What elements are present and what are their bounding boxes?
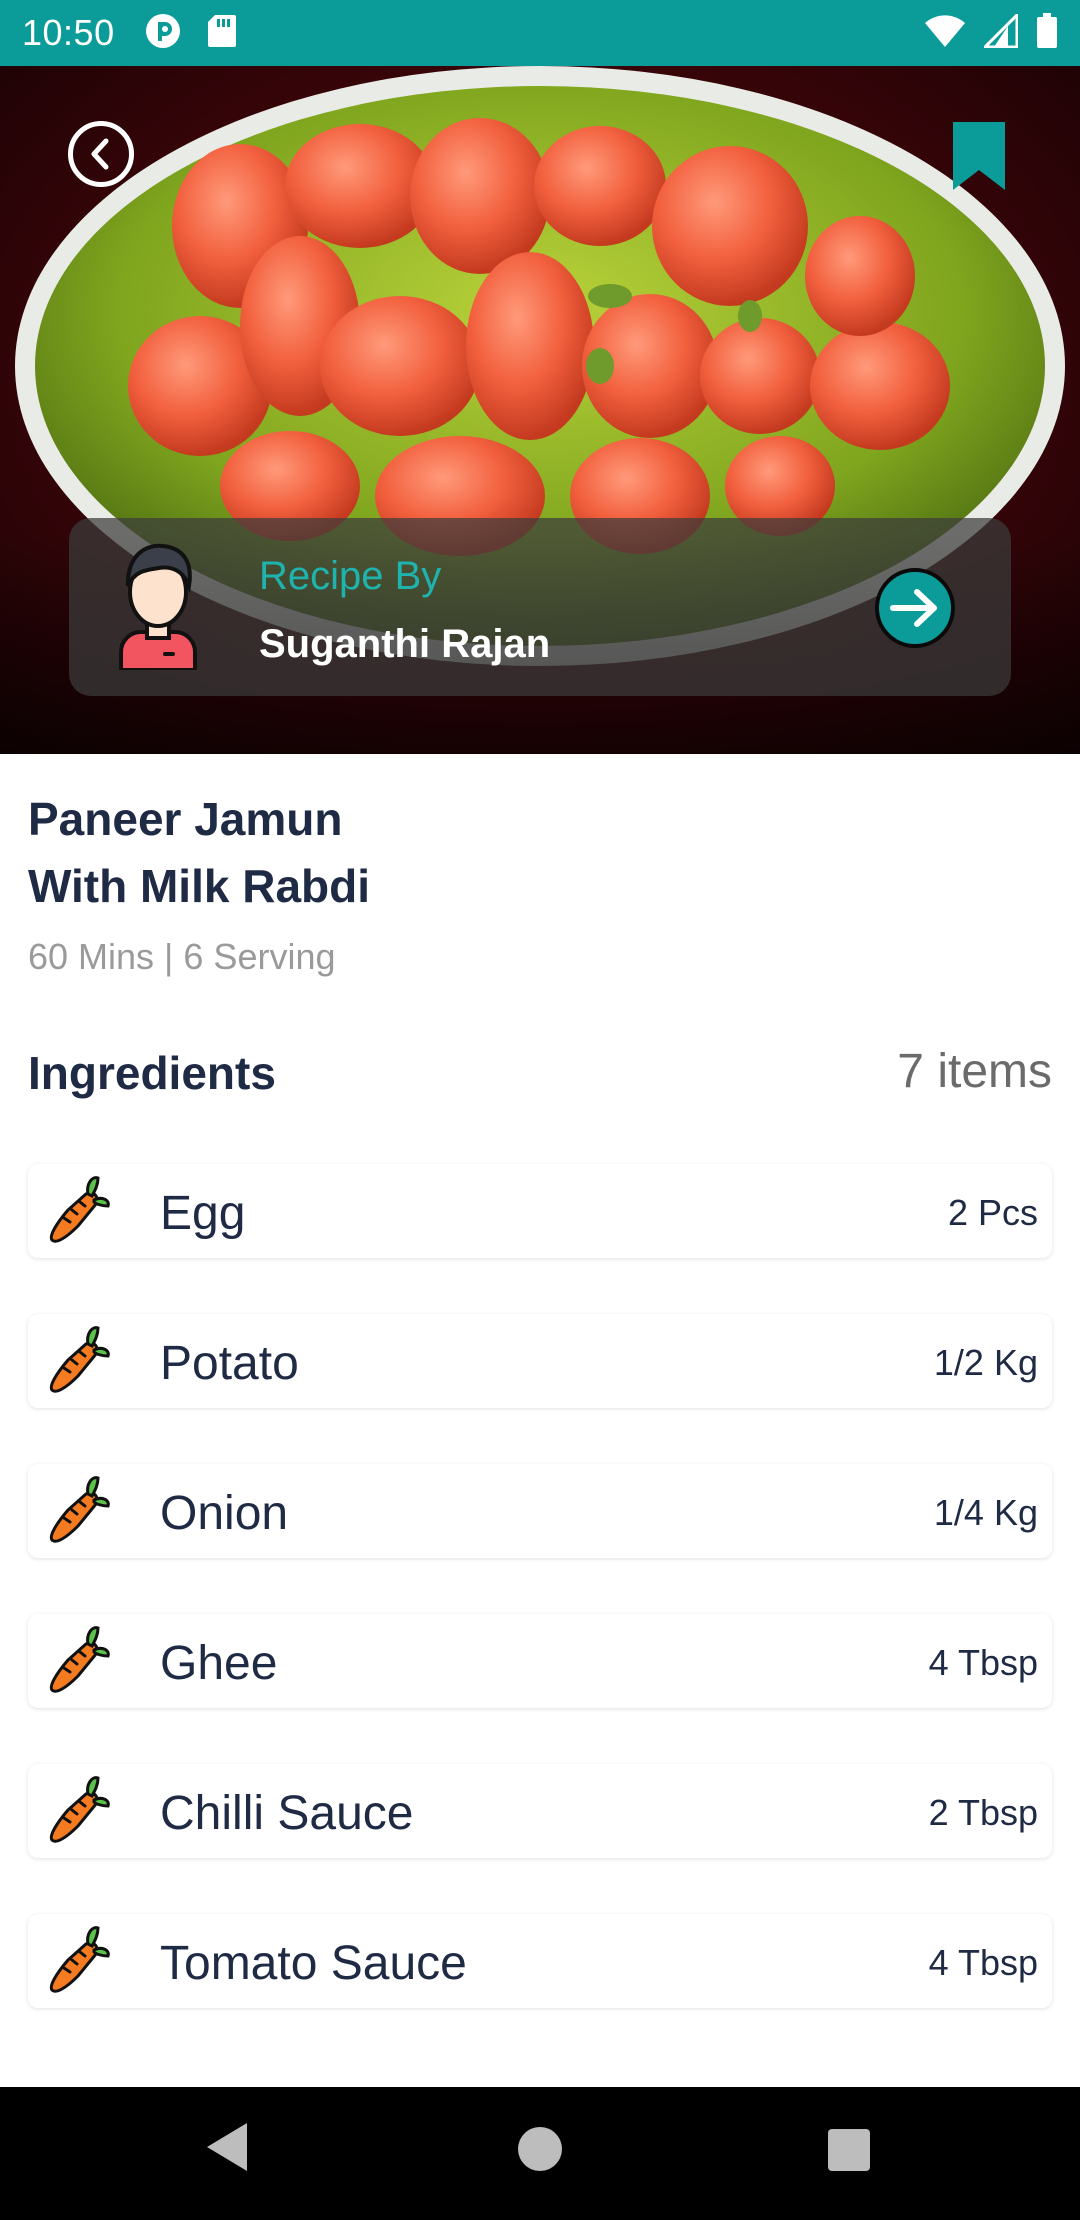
ingredient-row[interactable]: Onion 1/4 Kg: [28, 1464, 1052, 1558]
bookmark-button[interactable]: [951, 120, 1007, 192]
cell-signal-icon: [981, 10, 1019, 53]
chevron-left-icon: [91, 138, 109, 170]
status-bar: 10:50: [0, 0, 1080, 66]
battery-icon: [1036, 12, 1058, 54]
status-time: 10:50: [22, 12, 115, 53]
carrot-icon: [49, 1176, 110, 1243]
ingredient-row[interactable]: Egg 2 Pcs: [28, 1164, 1052, 1258]
status-left-icons: [145, 13, 237, 54]
author-profile-button[interactable]: [875, 568, 955, 648]
author-avatar: [119, 543, 197, 670]
back-button[interactable]: [68, 121, 134, 187]
recipe-meta: 60 Mins | 6 Serving: [28, 936, 336, 977]
home-circle-icon[interactable]: [518, 2127, 562, 2171]
back-triangle-icon[interactable]: [205, 2121, 249, 2173]
ingredient-quantity: 2 Tbsp: [928, 1792, 1038, 1833]
ingredient-name: Potato: [160, 1337, 299, 1390]
ingredient-name: Ghee: [160, 1637, 278, 1690]
recipe-title: Paneer Jamun With Milk Rabdi: [28, 786, 728, 920]
recipe-by-label: Recipe By: [259, 554, 442, 598]
carrot-icon: [49, 1626, 110, 1693]
carrot-icon: [49, 1476, 110, 1543]
ingredient-quantity: 1/2 Kg: [933, 1342, 1038, 1383]
recipe-title-line-1: Paneer Jamun: [28, 793, 343, 845]
ingredient-row[interactable]: Tomato Sauce 4 Tbsp: [28, 1914, 1052, 2008]
pocket-casts-icon: [145, 13, 181, 54]
wifi-icon: [924, 14, 966, 53]
status-right-icons: [924, 10, 1058, 54]
carrot-icon: [49, 1776, 110, 1843]
ingredient-row[interactable]: Potato 1/2 Kg: [28, 1314, 1052, 1408]
recents-square-icon[interactable]: [828, 2129, 870, 2171]
carrot-icon: [49, 1326, 110, 1393]
recipe-hero-image: Recipe By Suganthi Rajan: [0, 66, 1080, 754]
author-name: Suganthi Rajan: [259, 622, 551, 666]
ingredient-quantity: 2 Pcs: [947, 1192, 1038, 1233]
ingredient-row[interactable]: Ghee 4 Tbsp: [28, 1614, 1052, 1708]
ingredient-row[interactable]: Chilli Sauce 2 Tbsp: [28, 1764, 1052, 1858]
ingredient-name: Onion: [160, 1487, 289, 1540]
sd-card-icon: [207, 14, 237, 53]
arrow-right-icon: [890, 589, 937, 627]
ingredient-list: Egg 2 Pcs Potato 1/2 Kg Onion 1/4 Kg Ghe…: [28, 1164, 1052, 2064]
carrot-icon: [49, 1926, 110, 1993]
bookmark-icon: [953, 122, 1005, 190]
ingredient-quantity: 4 Tbsp: [928, 1942, 1038, 1983]
ingredients-heading: Ingredients: [28, 1047, 276, 1099]
system-nav-bar: [0, 2087, 1080, 2220]
recipe-title-line-2: With Milk Rabdi: [28, 860, 371, 912]
ingredient-quantity: 4 Tbsp: [928, 1642, 1038, 1683]
ingredient-quantity: 1/4 Kg: [933, 1492, 1038, 1533]
ingredient-name: Tomato Sauce: [160, 1937, 467, 1990]
ingredient-name: Egg: [160, 1187, 246, 1240]
ingredients-count: 7 items: [897, 1045, 1052, 1098]
author-card[interactable]: Recipe By Suganthi Rajan: [69, 518, 1011, 696]
ingredient-name: Chilli Sauce: [160, 1787, 414, 1840]
